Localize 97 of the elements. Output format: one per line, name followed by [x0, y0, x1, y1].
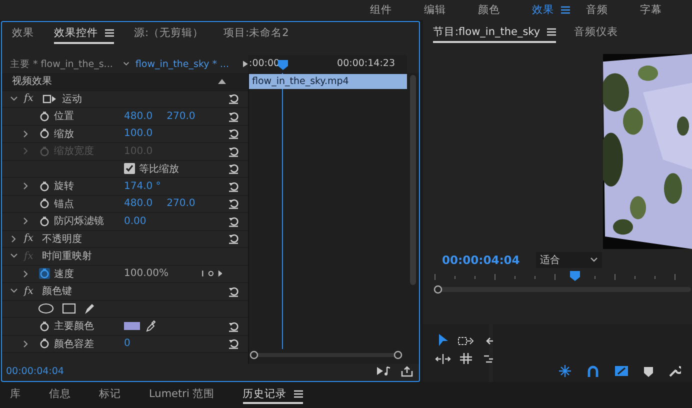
workspace-tab[interactable]: 字幕: [638, 3, 692, 17]
property-value[interactable]: 100.0: [124, 128, 153, 140]
stopwatch-icon[interactable]: [39, 128, 50, 140]
marker-icon[interactable]: [644, 367, 653, 377]
property-name: 锚点: [54, 198, 74, 211]
effect-name: 颜色键: [42, 284, 72, 298]
rate-stretch-icon[interactable]: [483, 354, 495, 364]
play-audio-icon[interactable]: [377, 366, 391, 376]
checkbox[interactable]: [124, 163, 135, 174]
panel-tab[interactable]: 源:（无剪辑）: [134, 24, 204, 44]
stopwatch-icon[interactable]: [39, 180, 50, 192]
reset-icon[interactable]: [228, 216, 238, 227]
effect-name: 时间重映射: [42, 250, 92, 264]
effect-name: 运动: [62, 92, 82, 106]
stopwatch-icon[interactable]: [39, 268, 50, 280]
wrench-icon[interactable]: [669, 365, 681, 377]
property-value[interactable]: 480.0: [124, 110, 153, 122]
ellipse-mask-icon[interactable]: [38, 303, 54, 314]
transform-icon[interactable]: [42, 94, 56, 104]
property-name: 缩放: [54, 128, 74, 141]
color-swatch[interactable]: [124, 322, 140, 330]
reset-icon[interactable]: [228, 320, 238, 332]
fx-toggle[interactable]: fx: [24, 233, 36, 244]
keyframe-navigator-icon[interactable]: [200, 269, 222, 278]
property-value[interactable]: 0.00: [124, 216, 146, 227]
panel-tab[interactable]: 项目:未命名2: [224, 24, 289, 44]
stopwatch-icon[interactable]: [39, 216, 50, 227]
property-name: 速度: [54, 268, 74, 281]
workspace-tab[interactable]: 效果: [530, 3, 584, 17]
section-label: 视频效果: [12, 74, 52, 88]
export-icon[interactable]: [401, 366, 413, 376]
sequence-clip-label[interactable]: flow_in_the_sky * ...: [135, 58, 230, 70]
property-value[interactable]: 480.0: [124, 198, 153, 210]
chevron-icon: [590, 257, 598, 263]
panel-tab[interactable]: 信息: [49, 386, 71, 404]
workspace-tab[interactable]: 组件: [368, 3, 422, 17]
property-value[interactable]: 270.0: [166, 110, 196, 122]
reset-icon[interactable]: [228, 286, 238, 297]
razor-grid-icon[interactable]: [460, 353, 472, 364]
property-name: 旋转: [54, 180, 74, 194]
pen-icon[interactable]: [84, 302, 95, 315]
panel-tab[interactable]: 音频仪表: [574, 23, 618, 43]
panel-tab[interactable]: 节目:flow_in_the_sky: [433, 23, 556, 43]
slip-tool-icon[interactable]: [435, 354, 451, 364]
panel-tab[interactable]: 库: [10, 386, 21, 404]
workspace-tab[interactable]: 颜色: [476, 3, 530, 17]
property-value[interactable]: 0: [124, 338, 130, 350]
reset-icon[interactable]: [228, 233, 238, 244]
eyedropper-icon[interactable]: [146, 320, 156, 332]
master-clip-label: 主要 * flow_in_the_s...: [10, 58, 113, 70]
zoom-scrollbar[interactable]: [249, 350, 403, 360]
effect-timeline[interactable]: flow_in_the_sky.mp4: [248, 73, 407, 364]
property-name: 防闪烁滤镜: [54, 214, 104, 228]
timecode[interactable]: 00:00:04:04: [6, 366, 64, 376]
panel-tab[interactable]: 标记: [99, 386, 121, 404]
reset-icon[interactable]: [228, 110, 238, 122]
reset-icon[interactable]: [228, 93, 238, 104]
reset-icon[interactable]: [228, 128, 238, 140]
clip-bar[interactable]: flow_in_the_sky.mp4: [249, 74, 407, 89]
track-select-icon[interactable]: [458, 336, 474, 346]
checkbox-label: 等比缩放: [139, 162, 179, 176]
workspace-tab[interactable]: 音频: [584, 3, 638, 17]
fx-toggle[interactable]: fx: [24, 286, 36, 297]
stopwatch-icon[interactable]: [39, 110, 50, 122]
zoom-dropdown[interactable]: 适合: [536, 252, 602, 268]
reset-icon[interactable]: [228, 338, 238, 350]
magnet-icon[interactable]: [587, 365, 599, 377]
property-name: 位置: [54, 110, 74, 124]
fx-toggle[interactable]: fx: [24, 93, 36, 104]
snap-icon[interactable]: [559, 365, 571, 377]
scrollbar[interactable]: [407, 73, 419, 364]
stopwatch-icon[interactable]: [39, 338, 50, 350]
stopwatch-icon[interactable]: [39, 320, 50, 332]
reset-icon[interactable]: [228, 198, 238, 210]
property-name: 颜色容差: [54, 338, 94, 351]
playhead-handle-icon[interactable]: [278, 60, 288, 70]
property-name: 主要颜色: [54, 320, 94, 334]
reset-icon[interactable]: [228, 180, 238, 192]
panel-tab[interactable]: 效果控件: [54, 24, 114, 44]
panel-tab[interactable]: Lumetri 范围: [149, 386, 215, 404]
property-value[interactable]: 270.0: [166, 198, 196, 210]
timecode[interactable]: 00:00:04:04: [442, 253, 520, 267]
stopwatch-icon[interactable]: [39, 198, 50, 210]
selection-tool-icon[interactable]: [438, 334, 448, 347]
property-value[interactable]: 174.0 °: [124, 180, 161, 192]
panel-tab[interactable]: 效果: [12, 24, 34, 44]
ruler-end-time: 00:00:14:23: [337, 58, 395, 69]
chevron-icon[interactable]: [122, 61, 130, 67]
rectangle-mask-icon[interactable]: [62, 303, 76, 314]
ripple-edit-icon[interactable]: [484, 336, 494, 346]
scroll-up-icon[interactable]: [218, 78, 226, 84]
property-value[interactable]: 100.00%: [124, 268, 168, 280]
linked-selection-icon[interactable]: [615, 365, 628, 377]
workspace-tab[interactable]: 编辑: [422, 3, 476, 17]
reset-icon[interactable]: [228, 163, 238, 174]
effect-name: 不透明度: [42, 232, 82, 246]
panel-tab[interactable]: 历史记录: [242, 386, 303, 404]
